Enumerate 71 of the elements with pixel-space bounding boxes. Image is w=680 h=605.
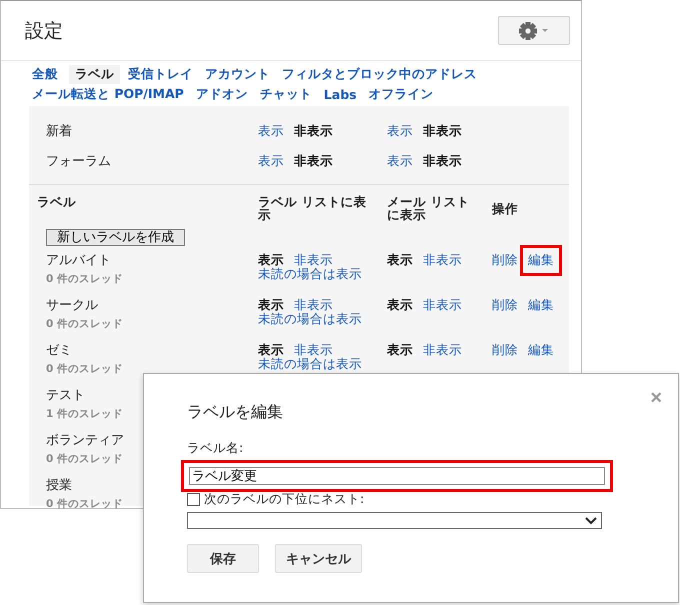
label-name: サークル <box>46 297 98 314</box>
option-link[interactable]: 非表示 <box>423 298 462 312</box>
thread-count: 0 件のスレッド <box>46 497 123 511</box>
checkbox-label: 次のラベルの下位にネスト: <box>204 491 364 508</box>
cancel-button[interactable]: キャンセル <box>275 544 362 573</box>
column-header: メール リストに表示 <box>387 195 470 221</box>
label-name: 授業 <box>46 477 72 494</box>
page-title: 設定 <box>25 18 63 44</box>
settings-tab[interactable]: オフライン <box>368 84 438 104</box>
option-link[interactable]: 非表示 <box>294 253 333 267</box>
parent-label-select[interactable] <box>187 512 602 529</box>
settings-tab[interactable]: 全般 <box>31 64 62 84</box>
dialog-title: ラベルを編集 <box>187 402 284 423</box>
label-name: テスト <box>46 387 85 404</box>
label-name: アルバイト <box>46 252 111 269</box>
option-link[interactable]: 非表示 <box>294 298 333 312</box>
current-option: 表示 <box>387 298 413 312</box>
action-link[interactable]: 削除 <box>492 298 518 312</box>
current-option: 表示 <box>258 253 284 267</box>
settings-tab[interactable]: Labs <box>322 86 361 102</box>
option-link[interactable]: 表示 <box>387 124 413 138</box>
current-option: 表示 <box>387 253 413 267</box>
option-link[interactable]: 非表示 <box>423 253 462 267</box>
thread-count: 0 件のスレッド <box>46 272 123 286</box>
settings-tab[interactable]: ラベル <box>69 64 120 84</box>
action-link[interactable]: 編集 <box>528 298 554 312</box>
current-option: 非表示 <box>423 124 462 138</box>
save-button[interactable]: 保存 <box>187 544 259 573</box>
action-link[interactable]: 編集 <box>528 253 554 267</box>
current-option: 非表示 <box>294 124 333 138</box>
action-link[interactable]: 編集 <box>528 343 554 357</box>
settings-tab[interactable]: フィルタとブロック中のアドレス <box>281 64 481 84</box>
label-name: ボランティア <box>46 432 124 449</box>
current-option: 非表示 <box>423 154 462 168</box>
option-link[interactable]: 表示 <box>387 154 413 168</box>
action-link[interactable]: 削除 <box>492 343 518 357</box>
option-link[interactable]: 非表示 <box>423 343 462 357</box>
chevron-down-icon <box>585 517 597 525</box>
caret-icon <box>542 28 548 32</box>
field-label: ラベル名: <box>187 440 244 457</box>
settings-tab[interactable]: チャット <box>258 84 316 104</box>
action-link[interactable]: 削除 <box>492 253 518 267</box>
thread-count: 1 件のスレッド <box>46 407 123 421</box>
thread-count: 0 件のスレッド <box>46 362 123 376</box>
settings-tab[interactable]: アカウント <box>204 64 274 84</box>
option-link[interactable]: 未読の場合は表示 <box>258 312 362 326</box>
thread-count: 0 件のスレッド <box>46 317 123 331</box>
option-link[interactable]: 表示 <box>258 124 284 138</box>
option-link[interactable]: 未読の場合は表示 <box>258 267 362 281</box>
label-name: ゼミ <box>46 342 72 359</box>
settings-tab[interactable]: 受信トレイ <box>127 64 197 84</box>
label-name: フォーラム <box>45 153 112 170</box>
thread-count: 0 件のスレッド <box>46 452 123 466</box>
column-header: ラベル リストに表示 <box>258 195 368 221</box>
current-option: 表示 <box>258 298 284 312</box>
settings-tab[interactable]: アドオン <box>194 84 252 104</box>
label-name-field[interactable]: ラベル変更 <box>189 467 605 485</box>
current-option: 非表示 <box>294 154 333 168</box>
settings-button[interactable] <box>498 16 570 45</box>
current-option: 表示 <box>258 343 284 357</box>
create-label-button[interactable]: 新しいラベルを作成 <box>46 229 185 246</box>
settings-tab[interactable]: メール転送と POP/IMAP <box>31 84 188 104</box>
option-link[interactable]: 表示 <box>258 154 284 168</box>
column-header: 操作 <box>492 200 518 215</box>
column-header: ラベル <box>36 195 77 208</box>
gear-icon <box>519 22 537 40</box>
nest-checkbox[interactable] <box>187 493 200 506</box>
label-name: 新着 <box>45 123 73 140</box>
option-link[interactable]: 非表示 <box>294 343 333 357</box>
option-link[interactable]: 未読の場合は表示 <box>258 357 362 371</box>
current-option: 表示 <box>387 343 413 357</box>
